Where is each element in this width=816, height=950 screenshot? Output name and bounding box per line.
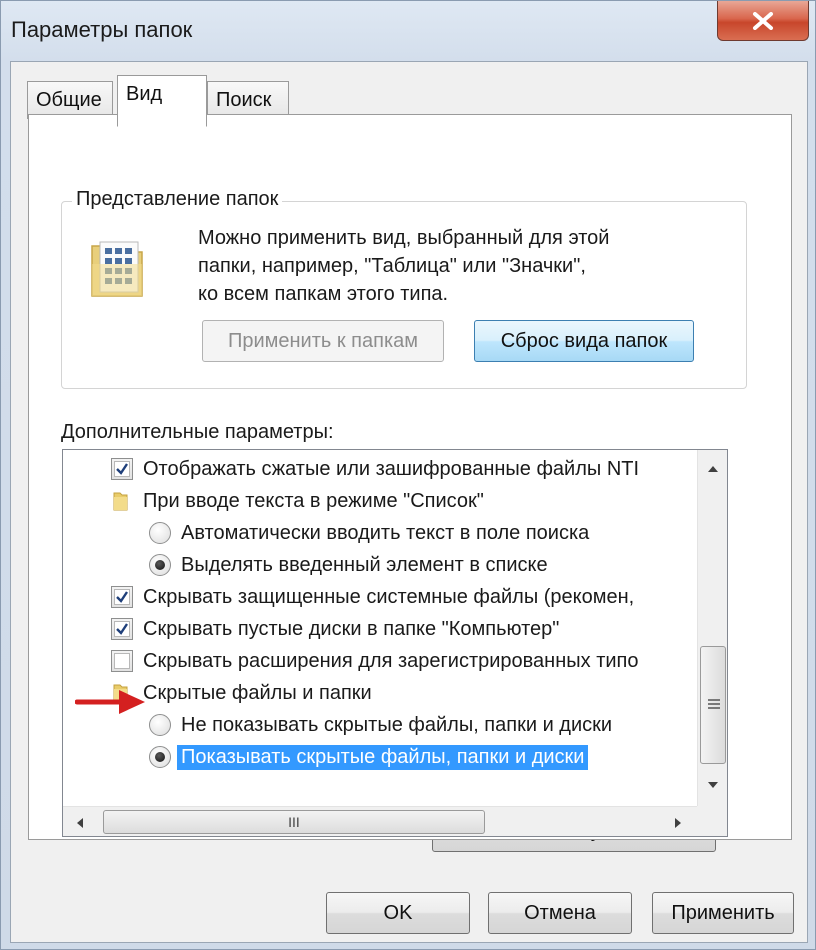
cancel-button[interactable]: Отмена <box>488 892 632 934</box>
list-item[interactable]: Выделять введенный элемент в списке <box>149 550 727 580</box>
item-label: Скрывать защищенные системные файлы (рек… <box>143 585 635 608</box>
list-item[interactable]: Автоматически вводить текст в поле поиск… <box>149 518 727 548</box>
item-label: Скрытые файлы и папки <box>143 681 372 704</box>
tab-search-label: Поиск <box>216 89 272 111</box>
description-line: ко всем папкам этого типа. <box>198 283 449 305</box>
folder-options-window: Параметры папок Общие Вид Поиск Представ… <box>0 0 816 950</box>
checkmark-icon <box>116 591 128 603</box>
window-title: Параметры папок <box>11 17 193 42</box>
item-label: Скрывать расширения для зарегистрированн… <box>143 649 639 672</box>
advanced-settings-list[interactable]: Отображать сжатые или зашифрованные файл… <box>62 449 728 837</box>
view-tab-panel: Представление папок Можно применить вид,… <box>28 114 792 840</box>
item-label: Выделять введенный элемент в списке <box>181 553 548 576</box>
item-label: Скрывать пустые диски в папке "Компьютер… <box>143 617 560 640</box>
dialog-body: Общие Вид Поиск Представление папок Можн… <box>10 61 808 943</box>
tab-general-label: Общие <box>36 89 102 111</box>
checkbox[interactable] <box>111 618 133 640</box>
horizontal-scroll-thumb[interactable]: III <box>103 810 485 834</box>
list-item: При вводе текста в режиме "Список" <box>111 486 727 516</box>
description-line: Можно применить вид, выбранный для этой <box>198 227 610 249</box>
checkbox[interactable] <box>111 586 133 608</box>
vertical-scrollbar[interactable] <box>697 450 727 806</box>
close-icon <box>753 11 773 30</box>
radio-button[interactable] <box>149 554 171 576</box>
checkmark-icon <box>116 463 128 475</box>
list-item-selected[interactable]: Показывать скрытые файлы, папки и диски <box>149 742 727 772</box>
scroll-down-icon[interactable] <box>706 780 720 790</box>
list-item[interactable]: Отображать сжатые или зашифрованные файл… <box>111 454 727 484</box>
scroll-right-icon[interactable] <box>673 816 683 830</box>
radio-button[interactable] <box>149 522 171 544</box>
item-label: При вводе текста в режиме "Список" <box>143 489 484 512</box>
folder-grid-icon <box>91 241 143 297</box>
tab-view-label: Вид <box>126 83 163 105</box>
apply-to-folders-button[interactable]: Применить к папкам <box>202 320 444 362</box>
grip-icon: III <box>288 814 300 830</box>
radio-button[interactable] <box>149 746 171 768</box>
reset-folders-button[interactable]: Сброс вида папок <box>474 320 694 362</box>
red-arrow-icon <box>75 690 145 714</box>
checkbox[interactable] <box>111 650 133 672</box>
list-item[interactable]: Скрывать пустые диски в папке "Компьютер… <box>111 614 727 644</box>
title-bar[interactable]: Параметры папок <box>1 1 816 59</box>
folder-views-description: Можно применить вид, выбранный для этой … <box>198 224 718 308</box>
list-item[interactable]: Скрывать расширения для зарегистрированн… <box>111 646 727 676</box>
list-item: Скрытые файлы и папки <box>111 678 727 708</box>
grip-icon <box>708 699 720 709</box>
ok-button[interactable]: OK <box>326 892 470 934</box>
item-label: Автоматически вводить текст в поле поиск… <box>181 521 590 544</box>
item-label: Отображать сжатые или зашифрованные файл… <box>143 457 640 480</box>
folder-icon <box>113 492 128 511</box>
apply-button[interactable]: Применить <box>652 892 794 934</box>
scroll-corner <box>697 806 727 836</box>
vertical-scroll-thumb[interactable] <box>700 646 726 764</box>
folder-views-group: Представление папок Можно применить вид,… <box>61 188 747 389</box>
list-item[interactable]: Скрывать защищенные системные файлы (рек… <box>111 582 727 612</box>
description-line: папки, например, "Таблица" или "Значки", <box>198 255 586 277</box>
scroll-left-icon[interactable] <box>75 816 85 830</box>
close-button[interactable] <box>717 1 809 41</box>
scroll-up-icon[interactable] <box>706 464 720 474</box>
item-label: Не показывать скрытые файлы, папки и дис… <box>181 713 613 736</box>
folder-views-title: Представление папок <box>72 188 283 211</box>
checkbox[interactable] <box>111 458 133 480</box>
horizontal-scrollbar[interactable]: III <box>63 806 697 836</box>
tab-view[interactable]: Вид <box>117 75 207 127</box>
checkmark-icon <box>116 623 128 635</box>
list-item[interactable]: Не показывать скрытые файлы, папки и дис… <box>149 710 727 740</box>
advanced-settings-label: Дополнительные параметры: <box>61 421 334 443</box>
item-label: Показывать скрытые файлы, папки и диски <box>177 744 589 770</box>
